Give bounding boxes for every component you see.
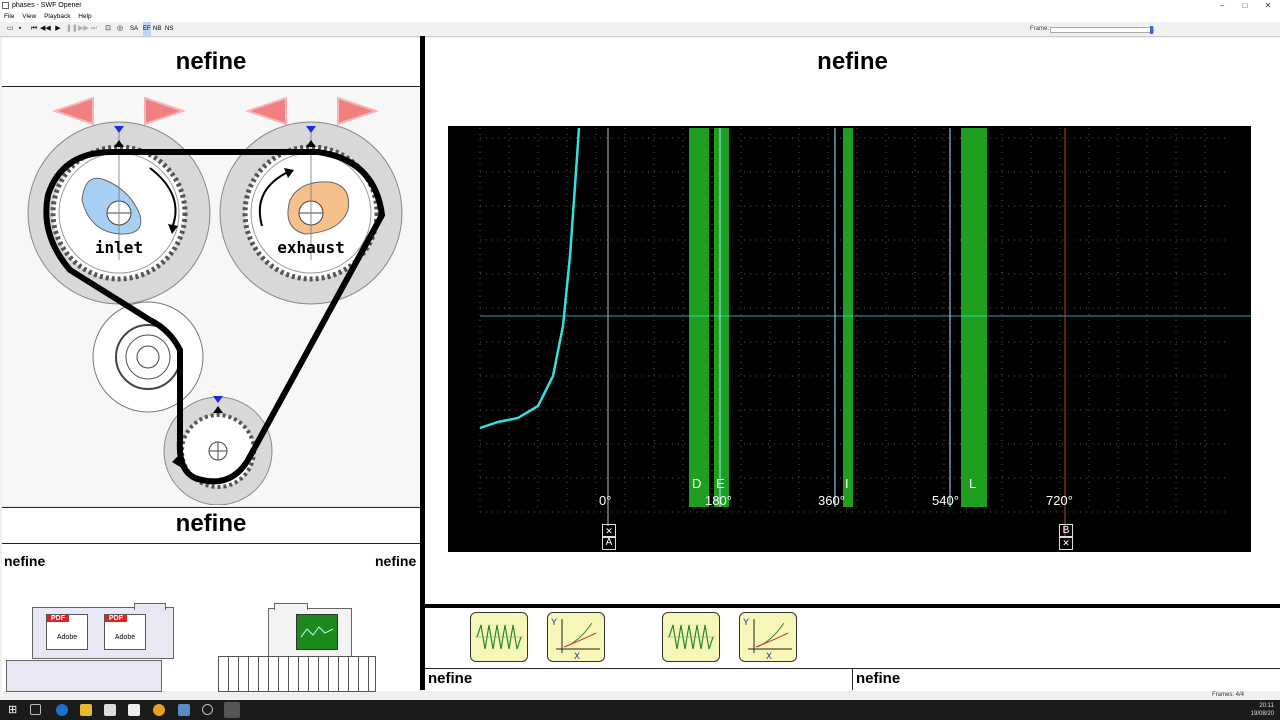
pdf-icon-2[interactable]: PDF Adobe (104, 614, 146, 650)
waveform-button-1[interactable] (470, 612, 528, 662)
exhaust-label: exhaust (277, 238, 345, 257)
tick-180: 180° (705, 493, 732, 508)
footer-right-label: nefine (856, 670, 901, 687)
footer-divider (852, 668, 853, 690)
docs-right-label: nefine (375, 553, 417, 569)
tick-720: 720° (1046, 493, 1073, 508)
tick-360: 360° (818, 493, 845, 508)
scope-panel-title: nefine (817, 48, 888, 75)
svg-text:Y: Y (551, 617, 557, 627)
svg-text:X: X (574, 651, 580, 661)
network-app-icon[interactable] (178, 704, 190, 716)
frames-status: Frames: 4/4 (1211, 692, 1244, 698)
svg-text:Y: Y (743, 617, 749, 627)
pdf-icon-1[interactable]: PDF Adobe (46, 614, 88, 650)
frame-label: Frame: (1030, 26, 1050, 32)
xy-plot-button-2[interactable]: YX (739, 612, 797, 662)
scope-tray-base (218, 656, 376, 692)
waveform-icon (475, 624, 523, 650)
task-view-icon[interactable] (30, 704, 41, 715)
svg-text:X: X (766, 651, 772, 661)
close-button[interactable]: ✕ (1256, 0, 1280, 12)
left-arrow-exhaust[interactable] (244, 96, 287, 126)
pdf-icon-2-badge: PDF (105, 615, 127, 622)
clock-time: 20:11 (1259, 703, 1274, 709)
right-arrow-exhaust[interactable] (337, 96, 380, 126)
system-clock[interactable]: 20:11 19/08/20 (1251, 702, 1274, 718)
pdf-icon-2-adobe: Adobe (114, 634, 136, 641)
inlet-label: inlet (94, 238, 144, 257)
band-e (714, 128, 729, 507)
settings-icon[interactable] (202, 704, 213, 715)
marker-e: E (716, 476, 725, 491)
band-i (843, 128, 853, 507)
notes-icon[interactable] (128, 704, 140, 716)
docs-left-label: nefine (4, 553, 46, 569)
windows-start-icon[interactable]: ⊞ (8, 704, 20, 716)
cursor-a-label[interactable]: A (602, 536, 616, 550)
marker-l: L (969, 476, 977, 491)
band-d (689, 128, 709, 507)
frame-slider[interactable] (1050, 26, 1154, 34)
oscilloscope-display (448, 126, 1251, 552)
scope-file-trace (300, 626, 334, 638)
frame-slider-thumb[interactable] (1150, 26, 1153, 34)
taskbar: ⊞ 20:11 19/08/20 (0, 700, 1280, 720)
left-arrow-inlet[interactable] (51, 96, 94, 126)
right-arrow-inlet[interactable] (144, 96, 187, 126)
footer-left-label: nefine (428, 670, 473, 687)
scope-file-icon[interactable] (296, 614, 338, 650)
minimize-button[interactable]: – (1210, 0, 1234, 12)
pdf-icon-1-adobe: Adobe (56, 634, 78, 641)
xy-plot-icon: YX (743, 617, 792, 661)
clock-date: 19/08/20 (1250, 711, 1274, 717)
maximize-button[interactable]: □ (1233, 0, 1257, 12)
xy-plot-icon: YX (551, 617, 600, 661)
docs-panel-title: nefine (175, 510, 247, 537)
tick-540: 540° (932, 493, 959, 508)
marker-d: D (692, 476, 702, 491)
cursor-b-handle-bottom[interactable]: ✕ (1059, 536, 1073, 550)
file-explorer-icon[interactable] (80, 704, 92, 716)
edge-icon[interactable] (56, 704, 68, 716)
marker-i: I (845, 476, 849, 491)
chrome-icon[interactable] (153, 704, 165, 716)
swf-opener-task-icon[interactable] (224, 702, 240, 718)
scope-tray-tab (274, 603, 308, 610)
waveform-button-2[interactable] (662, 612, 720, 662)
pdf-tray-tab (134, 603, 166, 610)
tick-0: 0° (599, 493, 612, 508)
pdf-icon-1-badge: PDF (47, 615, 69, 622)
band-l (961, 128, 987, 507)
waveform-icon (667, 624, 715, 650)
mail-icon[interactable] (104, 704, 116, 716)
xy-plot-button-1[interactable]: YX (547, 612, 605, 662)
pdf-tray-base (6, 660, 162, 692)
